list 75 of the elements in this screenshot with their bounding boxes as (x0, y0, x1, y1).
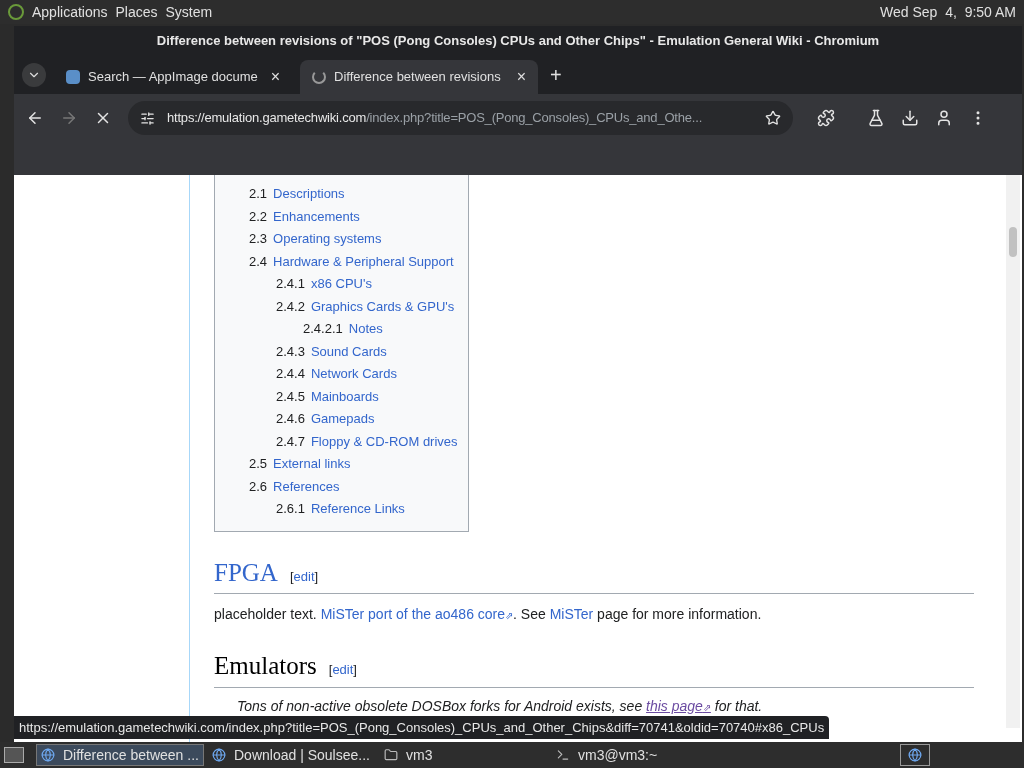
toc-number: 2.2 (249, 207, 268, 226)
toc-number: 2.6 (249, 477, 268, 496)
globe-icon (41, 748, 55, 762)
toc-number: 2.3 (249, 230, 268, 248)
paragraph: Tons of non-active obsolete DOSBox forks for Android exists, see this page⇗ for that. (236, 696, 764, 716)
toc-link[interactable]: Notes (348, 318, 383, 341)
taskbar-button[interactable]: vm3@vm3:~ (552, 744, 720, 766)
new-tab-button[interactable]: + (546, 60, 566, 90)
text-link[interactable]: MiSTer (549, 606, 594, 622)
toc-link[interactable]: Enhancements (273, 205, 360, 228)
close-icon[interactable]: × (270, 65, 280, 89)
site-info-icon[interactable] (140, 110, 155, 126)
flask-icon[interactable] (867, 109, 885, 127)
back-icon[interactable] (26, 109, 44, 127)
tray-browser-icon[interactable] (900, 744, 930, 766)
toc-link[interactable]: Reference Links (310, 498, 405, 521)
tab-title: Search — AppImage docume (88, 68, 259, 87)
edit-link[interactable]: [edit] (289, 566, 319, 586)
clock: Wed Sep 4, 9:50 AM (880, 2, 1016, 22)
tab-title: Difference between revisions (334, 68, 502, 87)
taskbar-button[interactable]: Download | Soulsee... (208, 744, 376, 766)
terminal-icon (556, 748, 570, 762)
site-icon (66, 70, 80, 84)
toc-number: 2.4.2.1 (303, 320, 343, 338)
browser-tab[interactable]: Difference between revisions × (300, 60, 538, 94)
external-link[interactable]: MiSTer port of the ao486 core⇗ (320, 606, 514, 622)
toc-number: 2.1 (249, 185, 268, 203)
toc-link[interactable]: References (273, 475, 340, 498)
toc-link[interactable]: Floppy & CD-ROM drives (310, 430, 458, 453)
address-bar[interactable]: https://emulation.gametechwiki.com/index.php?title=POS_(Pong_Consoles)_CPUs_and_Othe... (128, 101, 793, 135)
toc-number: 2.4.1 (276, 275, 305, 293)
tab-list-button[interactable] (22, 63, 46, 87)
toc-link[interactable]: Hardware & Peripheral Support (273, 250, 454, 273)
bookmark-star-icon[interactable] (765, 110, 781, 126)
panel-menu[interactable]: System (165, 1, 213, 23)
toc-number: 2.4.6 (276, 410, 305, 428)
taskbar-button[interactable]: vm3 (380, 744, 548, 766)
globe-icon (212, 748, 226, 762)
toc-link[interactable]: Mainboards (310, 385, 379, 408)
url-text: https://emulation.gametechwiki.com/index.php?title=POS_(Pong_Consoles)_CPUs_and_Othe... (167, 109, 704, 128)
show-desktop-icon[interactable] (4, 747, 24, 763)
toc-link[interactable]: Operating systems (273, 228, 382, 251)
toc-number: 2.4.5 (276, 387, 305, 406)
toc-number: 2.6.1 (276, 500, 305, 518)
section-heading: FPGA (214, 557, 278, 588)
distro-icon[interactable] (8, 4, 24, 20)
taskbar-button[interactable]: Difference between ... (36, 744, 204, 766)
toc-number: 2.4.4 (276, 365, 305, 383)
forward-icon[interactable] (60, 109, 78, 127)
browser-tab[interactable]: Search — AppImage docume × (54, 60, 292, 94)
toc-number: 2.4.7 (276, 432, 305, 451)
toc-link[interactable]: Sound Cards (310, 340, 387, 363)
toc-link[interactable]: Network Cards (310, 363, 397, 386)
extensions-icon[interactable] (817, 109, 835, 127)
edit-link[interactable]: [edit] (328, 660, 357, 680)
paragraph: placeholder text. MiSTer port of the ao486 core⇗. See MiSTer page for more information. (214, 605, 763, 624)
download-icon[interactable] (901, 109, 919, 127)
section-heading: Emulators (214, 651, 317, 681)
panel-menu[interactable]: Applications (32, 1, 108, 23)
toc-number: 2.4 (249, 252, 268, 271)
toc-link[interactable]: Graphics Cards & GPU's (310, 295, 455, 318)
profile-icon[interactable] (935, 109, 953, 127)
close-icon[interactable]: × (516, 65, 526, 89)
toc-number: 2.5 (249, 455, 268, 473)
folder-icon (384, 748, 398, 762)
status-bubble: https://emulation.gametechwiki.com/index.php?title=POS_(Pong_Consoles)_CPUs_and_Other_Chips&diff=70741&oldid=70740#x86_CPUs (14, 715, 830, 739)
toc-number: 2.4.2 (276, 297, 305, 316)
toc-number: 2.4.3 (276, 342, 305, 361)
external-link[interactable]: this page⇗ (646, 697, 711, 714)
toc-link[interactable]: External links (273, 453, 351, 476)
toc-link[interactable]: Gamepads (310, 408, 375, 431)
panel-menu[interactable]: Places (115, 1, 158, 23)
toc-link[interactable]: Descriptions (273, 183, 345, 206)
window-title: Difference between revisions of "POS (Pong Consoles) CPUs and Other Chips" - Emulation General Wiki - Chromium (155, 32, 881, 51)
toc-link[interactable]: x86 CPU's (310, 273, 372, 296)
